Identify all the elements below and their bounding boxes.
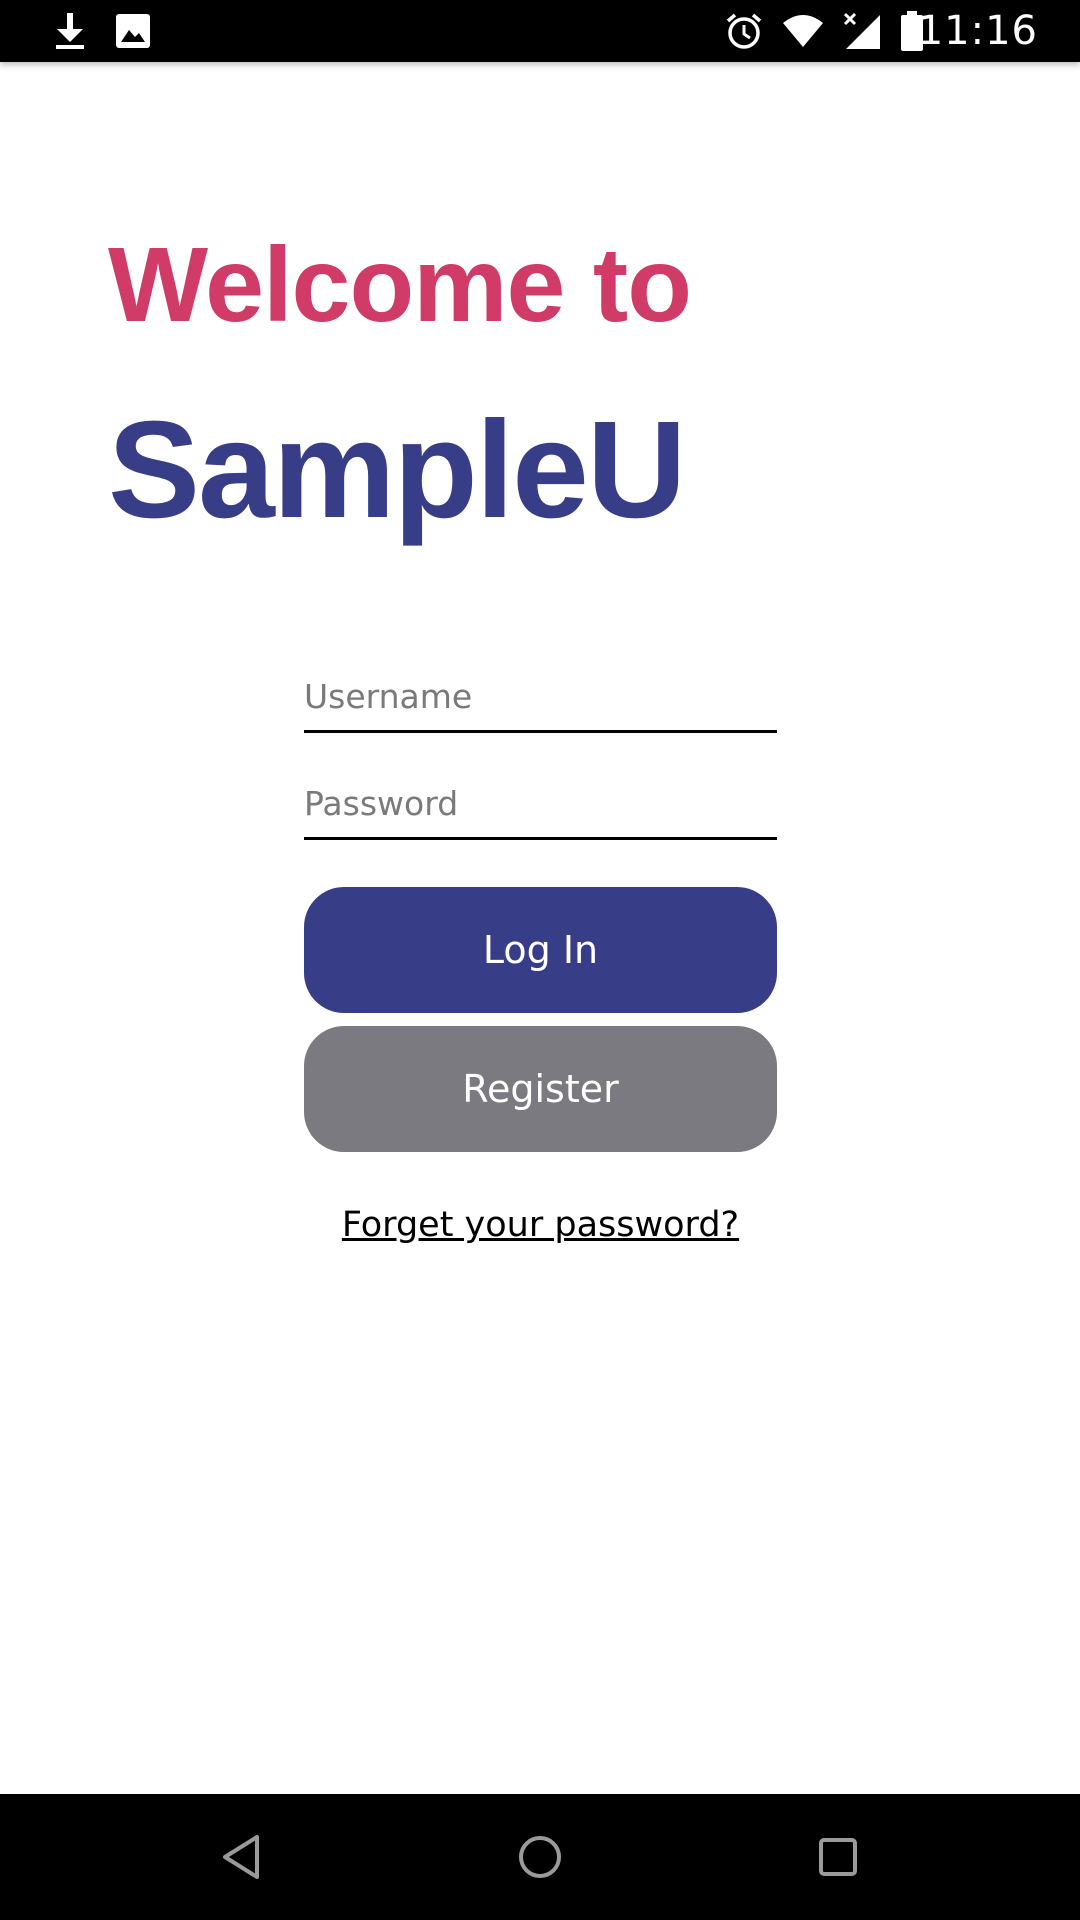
signal-off-icon — [840, 0, 884, 62]
download-icon — [48, 0, 92, 62]
wifi-icon — [780, 0, 826, 62]
login-button[interactable]: Log In — [304, 887, 777, 1013]
forgot-password-link[interactable]: Forget your password? — [304, 1205, 777, 1245]
status-bar: 11:16 — [0, 0, 1080, 62]
register-button[interactable]: Register — [304, 1026, 777, 1152]
status-time: 11:16 — [917, 8, 1038, 54]
register-button-label: Register — [462, 1067, 619, 1111]
alarm-icon — [722, 0, 766, 62]
navigation-bar — [0, 1794, 1080, 1920]
username-input[interactable] — [304, 668, 777, 733]
welcome-heading: Welcome to — [108, 226, 692, 344]
app-name-heading: SampleU — [108, 393, 687, 547]
login-button-label: Log In — [482, 928, 599, 972]
recents-icon[interactable] — [798, 1817, 878, 1897]
password-input[interactable] — [304, 775, 777, 840]
image-icon — [112, 0, 154, 62]
home-icon[interactable] — [500, 1817, 580, 1897]
back-icon[interactable] — [201, 1817, 281, 1897]
